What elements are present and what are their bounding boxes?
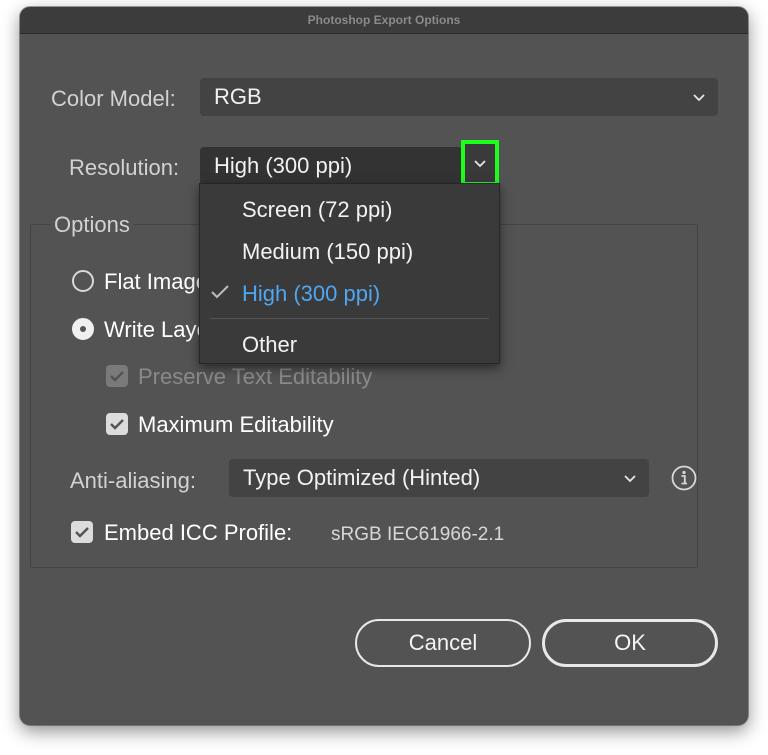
menu-item-medium[interactable]: Medium (150 ppi)	[242, 239, 413, 265]
menu-separator	[210, 318, 489, 319]
resolution-value: High (300 ppi)	[214, 153, 353, 178]
preserve-text-checkbox[interactable]	[106, 365, 128, 387]
icc-profile-value: sRGB IEC61966-2.1	[331, 524, 505, 545]
resolution-dropdown-menu: Screen (72 ppi) Medium (150 ppi) High (3…	[199, 183, 500, 364]
ok-button[interactable]: OK	[542, 619, 718, 667]
chevron-down-icon	[692, 90, 706, 104]
menu-item-high[interactable]: High (300 ppi)	[242, 281, 380, 307]
checkmark-icon	[211, 285, 229, 299]
max-editability-label: Maximum Editability	[138, 412, 334, 437]
write-layers-radio[interactable]	[72, 318, 94, 340]
menu-item-other[interactable]: Other	[242, 332, 297, 358]
resolution-dropdown-toggle[interactable]	[461, 140, 499, 186]
max-editability-checkbox[interactable]	[106, 413, 128, 435]
anti-aliasing-label: Anti-aliasing:	[70, 468, 196, 493]
flat-image-radio[interactable]	[72, 270, 94, 292]
color-model-select[interactable]: RGB	[200, 78, 718, 116]
resolution-label: Resolution:	[69, 155, 180, 180]
anti-aliasing-value: Type Optimized (Hinted)	[243, 465, 481, 490]
info-icon[interactable]	[671, 465, 697, 491]
cancel-button[interactable]: Cancel	[355, 619, 531, 667]
menu-item-screen[interactable]: Screen (72 ppi)	[242, 197, 392, 223]
flat-image-label: Flat Image	[104, 269, 208, 294]
checkmark-icon	[110, 371, 124, 382]
color-model-value: RGB	[214, 84, 262, 109]
chevron-down-icon	[473, 156, 487, 170]
window-title: Photoshop Export Options	[20, 7, 748, 34]
options-group-title: Options	[50, 212, 134, 238]
embed-icc-checkbox[interactable]	[71, 521, 93, 543]
checkmark-icon	[75, 527, 89, 538]
preserve-text-label: Preserve Text Editability	[138, 364, 373, 389]
color-model-label: Color Model:	[51, 86, 176, 111]
chevron-down-icon	[623, 471, 637, 485]
resolution-select[interactable]: High (300 ppi)	[200, 147, 462, 185]
embed-icc-label: Embed ICC Profile:	[104, 520, 293, 545]
anti-aliasing-select[interactable]: Type Optimized (Hinted)	[229, 459, 649, 497]
checkmark-icon	[110, 419, 124, 430]
